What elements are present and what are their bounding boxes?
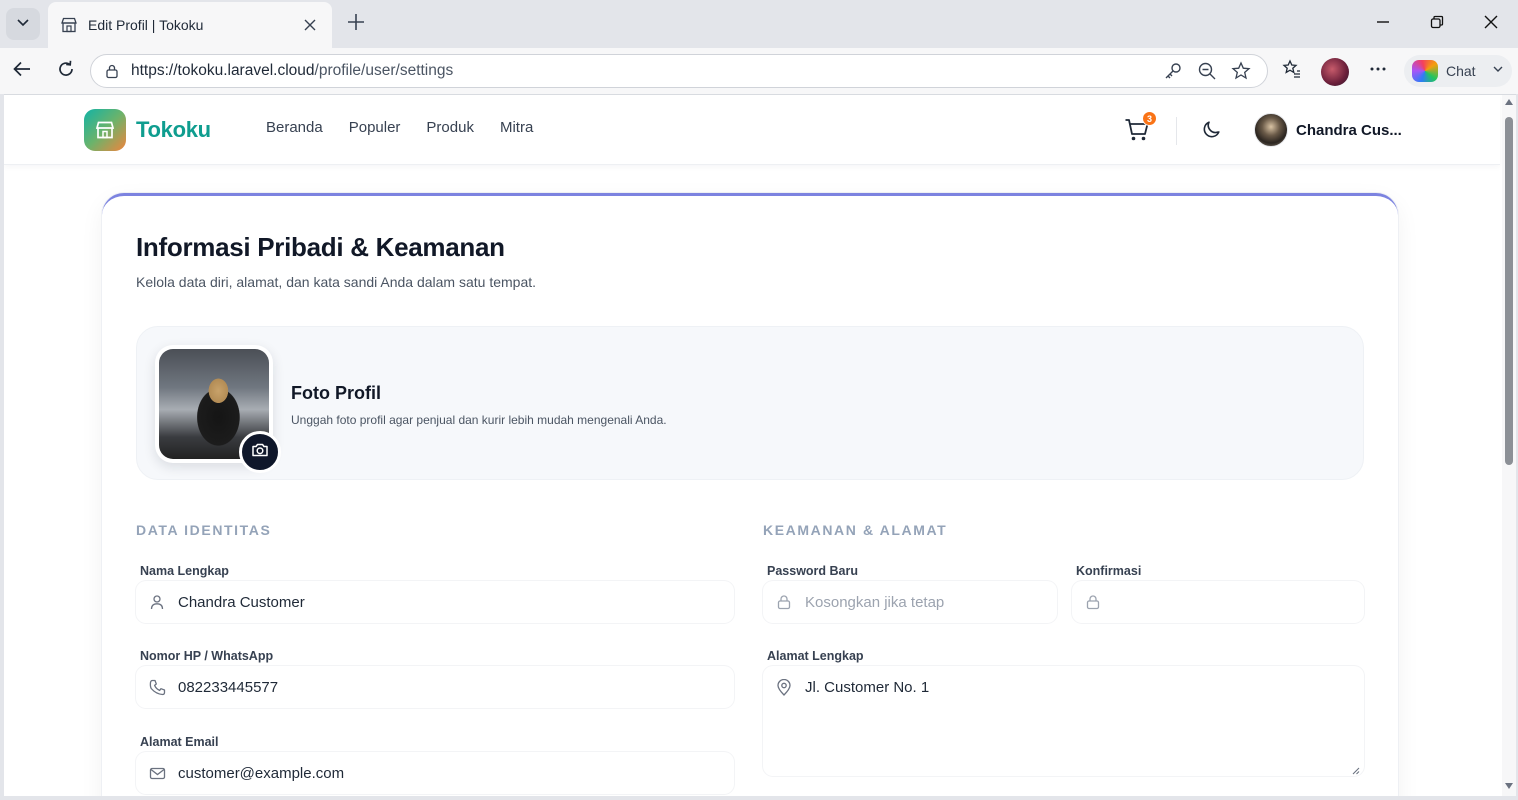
confirm-password-label: Konfirmasi (1076, 564, 1142, 578)
cart-button[interactable]: 3 (1124, 111, 1157, 147)
chevron-down-icon (16, 15, 30, 34)
page-title: Informasi Pribadi & Keamanan (136, 232, 505, 262)
nav-link-produk[interactable]: Produk (426, 119, 474, 136)
close-tab-icon[interactable] (300, 15, 320, 35)
minimize-window-button[interactable] (1368, 10, 1398, 38)
store-favicon-icon (60, 16, 78, 34)
store-logo-icon (84, 109, 126, 151)
copilot-icon (1412, 60, 1438, 82)
refresh-button[interactable] (50, 56, 82, 86)
address-textarea[interactable]: Jl. Customer No. 1 (763, 666, 1364, 776)
mail-icon (148, 764, 166, 782)
shopping-cart-icon (1124, 119, 1150, 147)
restore-window-button[interactable] (1422, 10, 1452, 38)
url-host: https://tokoku.laravel.cloud (131, 62, 315, 79)
confirm-password-input[interactable] (1072, 581, 1364, 623)
site-header: Tokoku Beranda Populer Produk Mitra 3 Ch… (4, 95, 1500, 165)
theme-toggle-button[interactable] (1200, 119, 1224, 143)
upload-photo-button[interactable] (239, 431, 281, 473)
page-scrollbar[interactable] (1502, 95, 1516, 796)
back-button[interactable] (6, 56, 38, 86)
favorites-button[interactable] (1276, 56, 1308, 86)
address-value: Jl. Customer No. 1 (805, 678, 930, 696)
address-label: Alamat Lengkap (767, 649, 864, 663)
profile-photo-panel: Foto Profil Unggah foto profil agar penj… (136, 326, 1364, 480)
nav-link-populer[interactable]: Populer (349, 119, 401, 136)
user-avatar (1254, 113, 1288, 147)
more-horizontal-icon (1368, 59, 1388, 84)
photo-section-title: Foto Profil (291, 383, 381, 403)
address-content: Jl. Customer No. 1 (775, 678, 929, 696)
close-icon (1484, 15, 1498, 34)
brand-name: Tokoku (136, 117, 211, 142)
user-menu-button[interactable]: Chandra Cus... (1254, 113, 1402, 147)
url-text: https://tokoku.laravel.cloud/profile/use… (131, 62, 1153, 80)
photo-section-description: Unggah foto profil agar penjual dan kuri… (291, 413, 667, 427)
main-nav: Beranda Populer Produk Mitra (266, 119, 559, 136)
arrow-left-icon (12, 59, 32, 84)
phone-value: 082233445577 (178, 678, 279, 696)
moon-icon (1202, 119, 1222, 144)
full-name-label: Nama Lengkap (140, 564, 229, 578)
copilot-label: Chat (1446, 63, 1476, 79)
scroll-down-arrow-icon[interactable] (1505, 783, 1513, 789)
browser-address-bar: https://tokoku.laravel.cloud/profile/use… (0, 48, 1518, 94)
copilot-chat-button[interactable]: Chat (1404, 55, 1512, 87)
header-divider (1176, 117, 1177, 145)
email-value: customer@example.com (178, 764, 345, 782)
password-label: Password Baru (767, 564, 859, 578)
resize-handle-icon[interactable] (1350, 762, 1360, 775)
browser-tab-bar: Edit Profil | Tokoku (0, 0, 1518, 48)
brand-logo-link[interactable]: Tokoku (84, 109, 211, 151)
identity-section-heading: DATA IDENTITAS (136, 522, 272, 538)
password-placeholder: Kosongkan jika tetap (805, 593, 945, 611)
zoom-icon[interactable] (1193, 57, 1221, 85)
url-path: /profile/user/settings (314, 62, 454, 79)
page-viewport: Tokoku Beranda Populer Produk Mitra 3 Ch… (4, 94, 1516, 796)
url-input[interactable]: https://tokoku.laravel.cloud/profile/use… (90, 54, 1268, 88)
camera-icon (251, 441, 269, 464)
favorites-list-icon (1282, 58, 1302, 84)
user-icon (148, 593, 166, 611)
new-tab-button[interactable] (342, 10, 370, 38)
star-favorite-icon[interactable] (1227, 57, 1255, 85)
nav-link-mitra[interactable]: Mitra (500, 119, 533, 136)
phone-label: Nomor HP / WhatsApp (140, 649, 274, 663)
nav-link-beranda[interactable]: Beranda (266, 119, 323, 136)
full-name-input[interactable]: Chandra Customer (136, 581, 734, 623)
scrollbar-thumb[interactable] (1505, 117, 1513, 465)
scroll-up-arrow-icon[interactable] (1505, 99, 1513, 105)
browser-profile-avatar[interactable] (1321, 58, 1349, 86)
browser-tab-active[interactable]: Edit Profil | Tokoku (48, 2, 332, 48)
user-name: Chandra Cus... (1296, 121, 1402, 139)
new-password-input[interactable]: Kosongkan jika tetap (763, 581, 1057, 623)
email-input[interactable]: customer@example.com (136, 752, 734, 794)
settings-more-button[interactable] (1362, 56, 1394, 86)
cart-count-badge: 3 (1142, 111, 1157, 126)
chevron-down-icon (1492, 62, 1504, 80)
lock-icon (775, 593, 793, 611)
tab-title: Edit Profil | Tokoku (88, 17, 204, 33)
restore-icon (1430, 15, 1444, 34)
page-subtitle: Kelola data diri, alamat, dan kata sandi… (136, 274, 537, 290)
refresh-icon (56, 59, 76, 84)
key-icon[interactable] (1159, 57, 1187, 85)
phone-input[interactable]: 082233445577 (136, 666, 734, 708)
tab-actions-menu-button[interactable] (6, 8, 40, 40)
phone-icon (148, 678, 166, 696)
email-label: Alamat Email (140, 735, 219, 749)
map-pin-icon (775, 678, 793, 696)
minimize-icon (1376, 15, 1390, 34)
security-section-heading: KEAMANAN & ALAMAT (763, 522, 948, 538)
profile-settings-card: Informasi Pribadi & Keamanan Kelola data… (102, 193, 1398, 796)
close-window-button[interactable] (1476, 10, 1506, 38)
lock-icon (1084, 593, 1102, 611)
plus-icon (347, 13, 365, 36)
site-info-icon[interactable] (103, 62, 121, 80)
full-name-value: Chandra Customer (178, 593, 305, 611)
